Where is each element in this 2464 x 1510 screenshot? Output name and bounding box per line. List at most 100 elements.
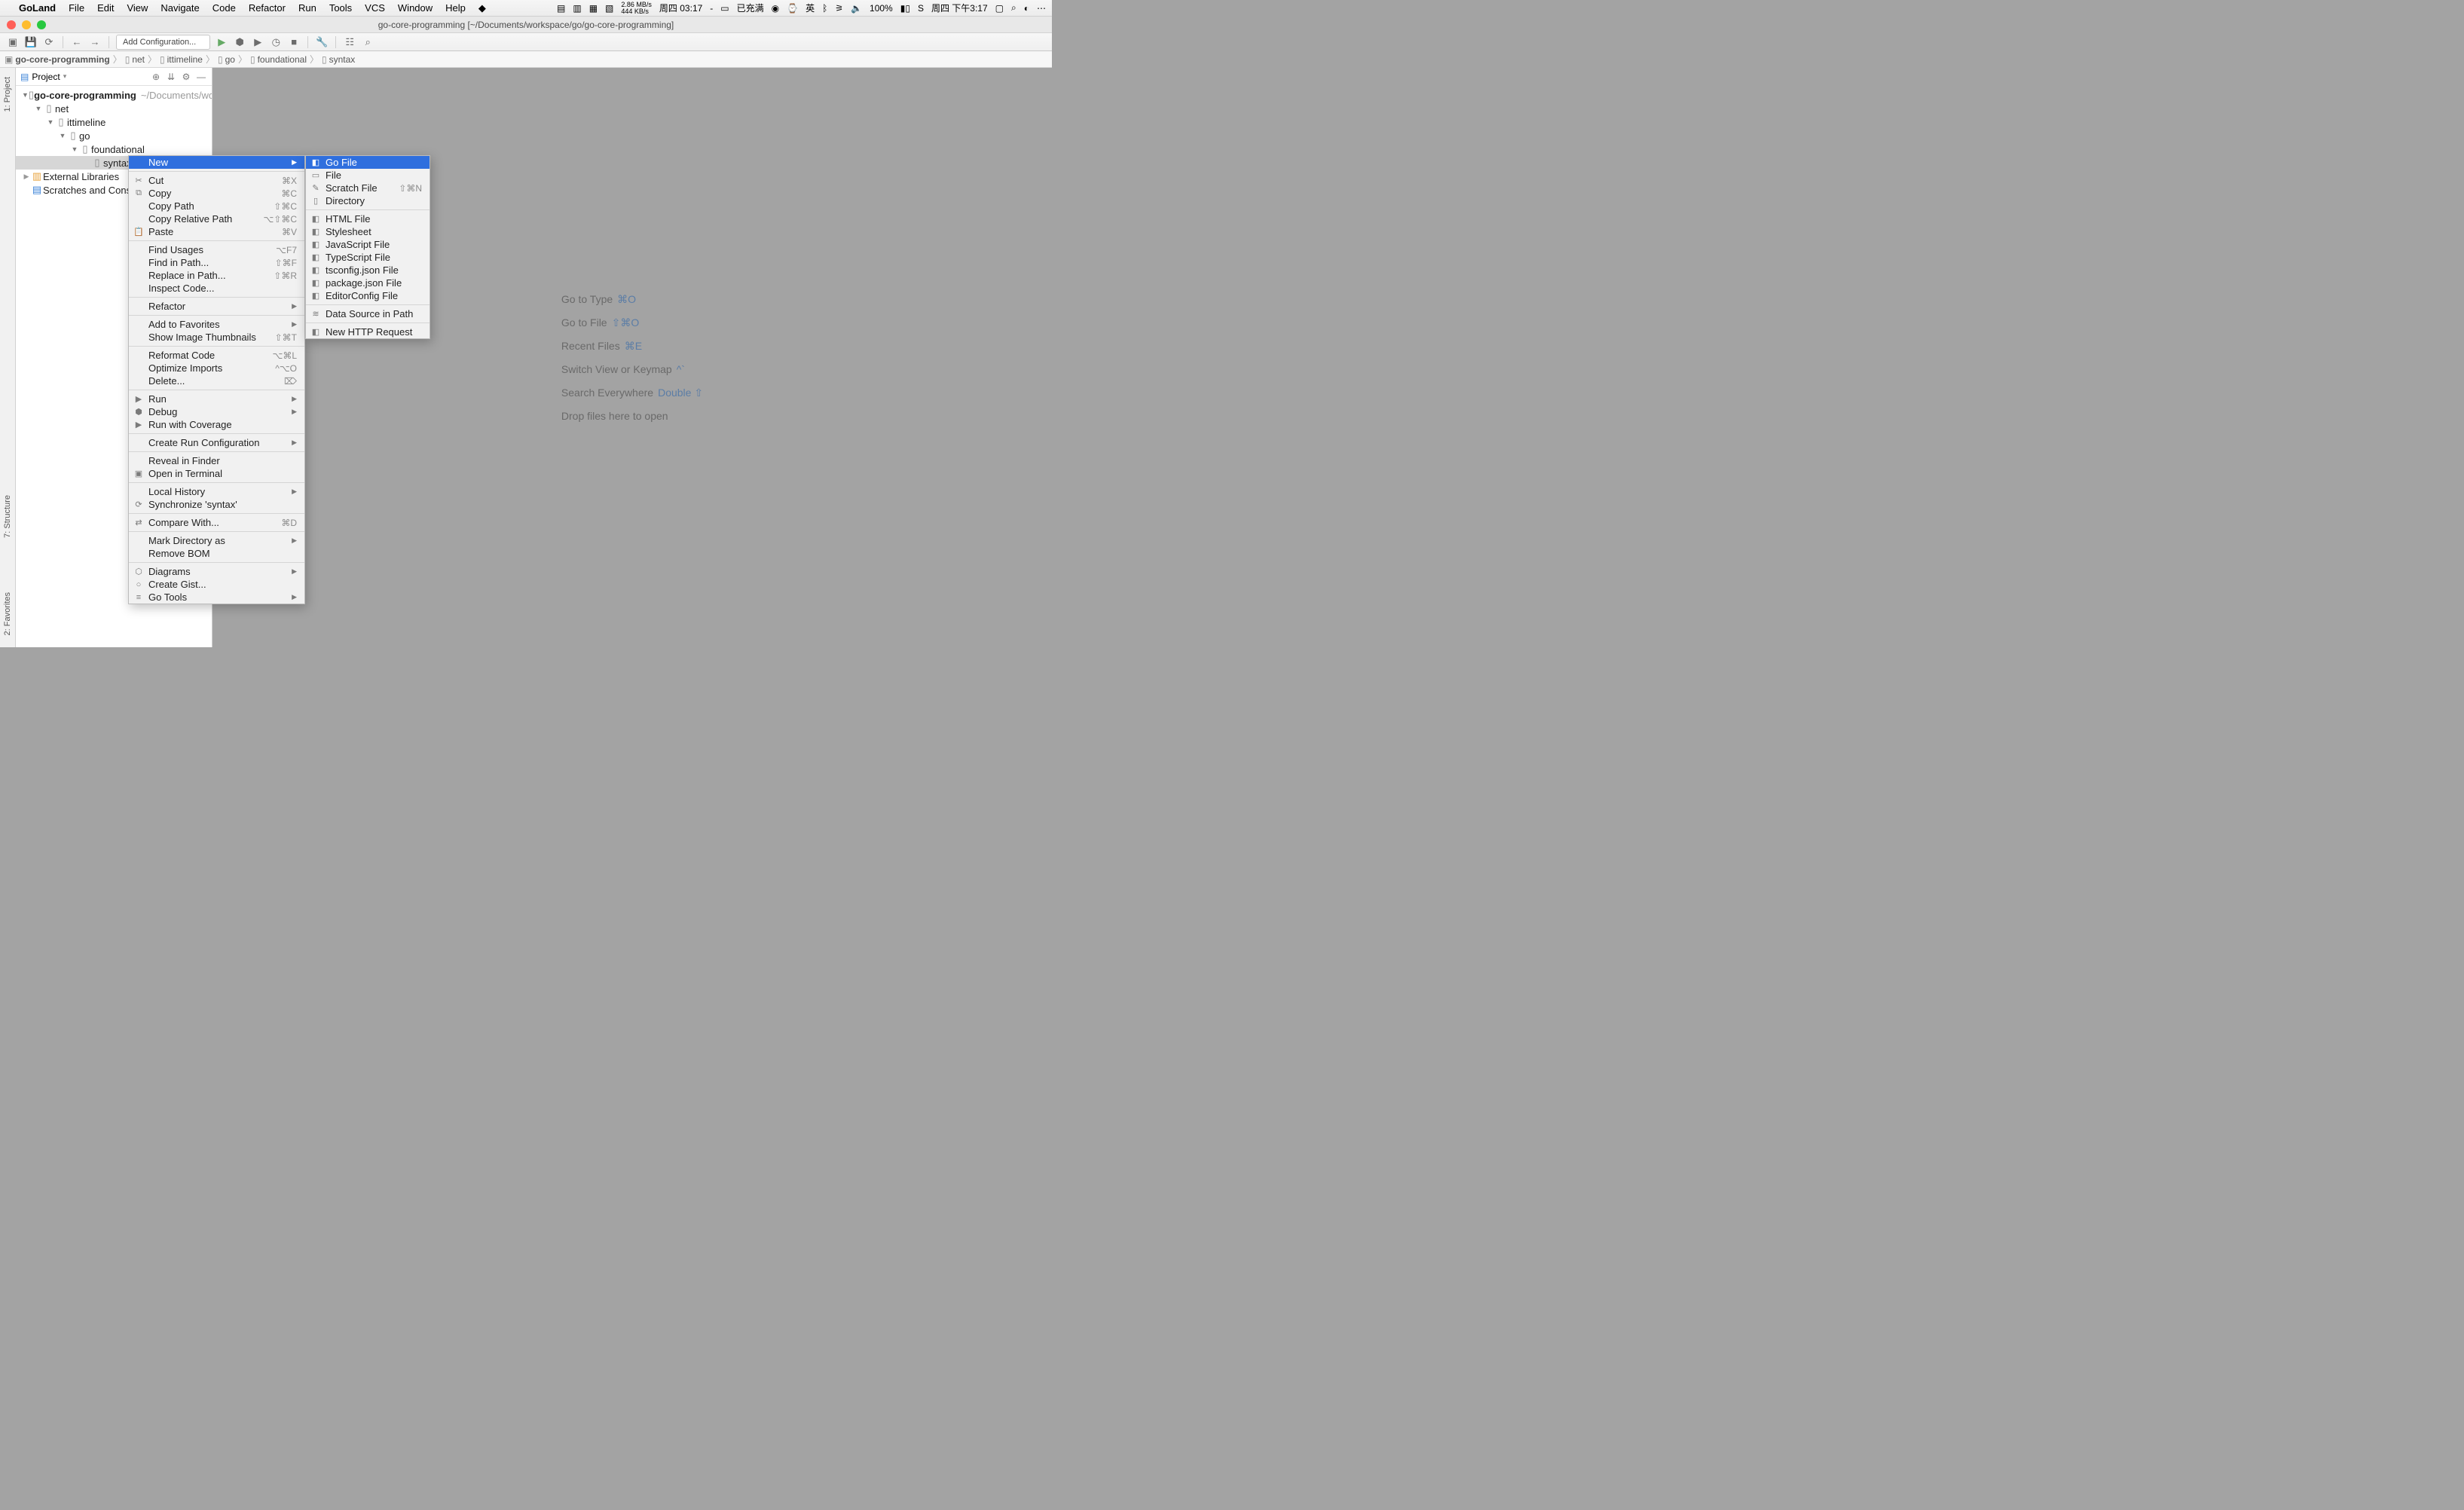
gear-icon[interactable]: ⚙ [180, 72, 192, 82]
menu-file[interactable]: File [69, 2, 84, 14]
debug-icon[interactable]: ⬢ [233, 35, 246, 49]
menu-item[interactable]: ▶Run▶ [129, 393, 304, 405]
menu-item[interactable]: Show Image Thumbnails⇧⌘T [129, 331, 304, 344]
breadcrumb-item[interactable]: ▣go-core-programming [5, 54, 110, 65]
collapse-all-icon[interactable]: ⇊ [165, 72, 177, 82]
profile-icon[interactable]: ◷ [269, 35, 283, 49]
menu-item[interactable]: ▭File [306, 169, 430, 182]
tray-icon[interactable]: ▦ [589, 3, 598, 14]
tray-icon[interactable]: ⌚ [787, 3, 798, 14]
breadcrumb-item[interactable]: ▯net [125, 54, 145, 65]
tree-folder-go[interactable]: ▼▯go [16, 129, 212, 142]
menu-item[interactable]: Replace in Path...⇧⌘R [129, 269, 304, 282]
minimize-icon[interactable] [22, 20, 31, 29]
menu-item[interactable]: ✎Scratch File⇧⌘N [306, 182, 430, 194]
tray-icon[interactable]: S [918, 3, 924, 14]
coverage-icon[interactable]: ▶ [251, 35, 264, 49]
breadcrumb-item[interactable]: ▯go [218, 54, 235, 65]
notification-center-icon[interactable]: ⋯ [1037, 3, 1046, 14]
bluetooth-icon[interactable]: ᛒ [822, 3, 827, 14]
close-icon[interactable] [7, 20, 16, 29]
stop-icon[interactable]: ■ [287, 35, 301, 49]
back-icon[interactable]: ← [70, 35, 84, 49]
search-icon[interactable]: ⌕ [361, 35, 374, 49]
menu-item[interactable]: New▶ [129, 156, 304, 169]
menu-item[interactable]: ⧉Copy⌘C [129, 187, 304, 200]
project-view-title[interactable]: Project [32, 72, 60, 82]
hide-icon[interactable]: — [195, 72, 207, 82]
menu-edit[interactable]: Edit [97, 2, 114, 14]
menu-item[interactable]: Add to Favorites▶ [129, 318, 304, 331]
menu-item[interactable]: ◧New HTTP Request [306, 326, 430, 338]
menu-item[interactable]: ◧package.json File [306, 277, 430, 289]
tray-icon[interactable]: ▥ [573, 3, 581, 14]
menu-item[interactable]: Find Usages⌥F7 [129, 243, 304, 256]
menu-item[interactable]: ≡Go Tools▶ [129, 591, 304, 604]
tab-favorites[interactable]: 2: Favorites [2, 588, 14, 640]
breadcrumb-item[interactable]: ▯foundational [250, 54, 307, 65]
tab-project[interactable]: 1: Project [2, 72, 14, 116]
open-icon[interactable]: ▣ [6, 35, 20, 49]
menu-item[interactable]: ≋Data Source in Path [306, 307, 430, 320]
menu-item[interactable]: Reveal in Finder [129, 454, 304, 467]
display-icon[interactable]: ▢ [995, 3, 1004, 14]
menu-item[interactable]: ⬢Debug▶ [129, 405, 304, 418]
notification-icon[interactable]: ◆ [478, 2, 486, 14]
maximize-icon[interactable] [37, 20, 46, 29]
menu-item[interactable]: ⬡Diagrams▶ [129, 565, 304, 578]
menu-item[interactable]: ◧TypeScript File [306, 251, 430, 264]
tree-project-root[interactable]: ▼▯ go-core-programming~/Documents/work [16, 88, 212, 102]
menu-item[interactable]: Copy Path⇧⌘C [129, 200, 304, 212]
menu-window[interactable]: Window [398, 2, 433, 14]
menu-item[interactable]: ▣Open in Terminal [129, 467, 304, 480]
menu-item[interactable]: Optimize Imports^⌥O [129, 362, 304, 374]
menu-code[interactable]: Code [212, 2, 236, 14]
tray-icon[interactable]: ▤ [557, 3, 565, 14]
wifi-icon[interactable]: ⚞ [835, 3, 843, 14]
menu-item[interactable]: Find in Path...⇧⌘F [129, 256, 304, 269]
menu-item[interactable]: Remove BOM [129, 547, 304, 560]
scroll-from-source-icon[interactable]: ⊕ [150, 72, 162, 82]
menu-item[interactable]: Copy Relative Path⌥⇧⌘C [129, 212, 304, 225]
spotlight-icon[interactable]: ⌕ [1011, 2, 1016, 14]
menu-item[interactable]: Inspect Code... [129, 282, 304, 295]
menu-item[interactable]: ✂Cut⌘X [129, 174, 304, 187]
structure-icon[interactable]: ☷ [343, 35, 356, 49]
menu-item[interactable]: ⇄Compare With...⌘D [129, 516, 304, 529]
tray-icon[interactable]: ▧ [605, 3, 613, 14]
menu-item[interactable]: ◧HTML File [306, 212, 430, 225]
build-icon[interactable]: 🔧 [315, 35, 329, 49]
tray-icon[interactable]: ◉ [772, 3, 779, 14]
menu-item[interactable]: 📋Paste⌘V [129, 225, 304, 238]
tab-structure[interactable]: 7: Structure [2, 491, 14, 543]
menu-item[interactable]: Refactor▶ [129, 300, 304, 313]
siri-icon[interactable]: ◐ [1024, 3, 1029, 14]
run-icon[interactable]: ▶ [215, 35, 228, 49]
menu-view[interactable]: View [127, 2, 148, 14]
menu-item[interactable]: Create Run Configuration▶ [129, 436, 304, 449]
breadcrumb-item[interactable]: ▯syntax [322, 54, 355, 65]
tree-folder-net[interactable]: ▼▯net [16, 102, 212, 115]
forward-icon[interactable]: → [88, 35, 102, 49]
menu-item[interactable]: ○Create Gist... [129, 578, 304, 591]
menu-item[interactable]: ◧EditorConfig File [306, 289, 430, 302]
menu-item[interactable]: ◧JavaScript File [306, 238, 430, 251]
volume-icon[interactable]: 🔈 [851, 3, 862, 14]
menu-refactor[interactable]: Refactor [249, 2, 286, 14]
tree-folder-foundational[interactable]: ▼▯foundational [16, 142, 212, 156]
menubar-app-name[interactable]: GoLand [19, 2, 56, 14]
menu-item[interactable]: ◧Stylesheet [306, 225, 430, 238]
menu-item[interactable]: ◧tsconfig.json File [306, 264, 430, 277]
menu-item[interactable]: Delete...⌦ [129, 374, 304, 387]
save-icon[interactable]: 💾 [24, 35, 38, 49]
breadcrumb-item[interactable]: ▯ittimeline [160, 54, 203, 65]
menu-navigate[interactable]: Navigate [160, 2, 199, 14]
menu-item[interactable]: Mark Directory as▶ [129, 534, 304, 547]
menu-item[interactable]: ▶Run with Coverage [129, 418, 304, 431]
menu-item[interactable]: Local History▶ [129, 485, 304, 498]
menu-tools[interactable]: Tools [329, 2, 352, 14]
menu-vcs[interactable]: VCS [365, 2, 385, 14]
menu-item[interactable]: Reformat Code⌥⌘L [129, 349, 304, 362]
menu-item[interactable]: ⟳Synchronize 'syntax' [129, 498, 304, 511]
input-method-icon[interactable]: 英 [806, 2, 815, 14]
